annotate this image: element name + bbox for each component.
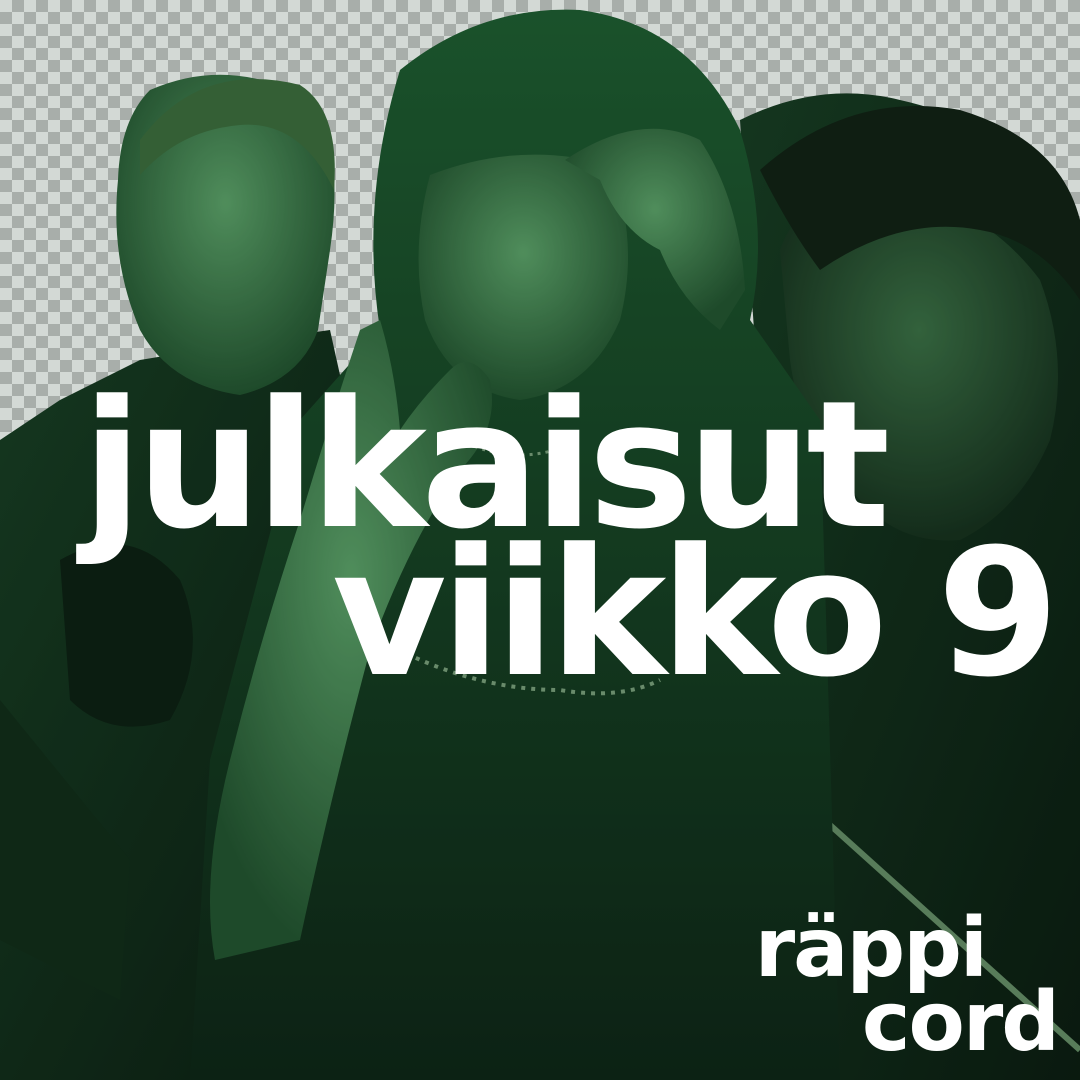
headline: julkaisut viikko 9: [82, 378, 1059, 702]
rappicord-logo: räppi cord: [755, 908, 1060, 1070]
logo-line-2: cord: [861, 975, 1060, 1070]
release-poster: julkaisut viikko 9 räppi cord: [0, 0, 1080, 1080]
